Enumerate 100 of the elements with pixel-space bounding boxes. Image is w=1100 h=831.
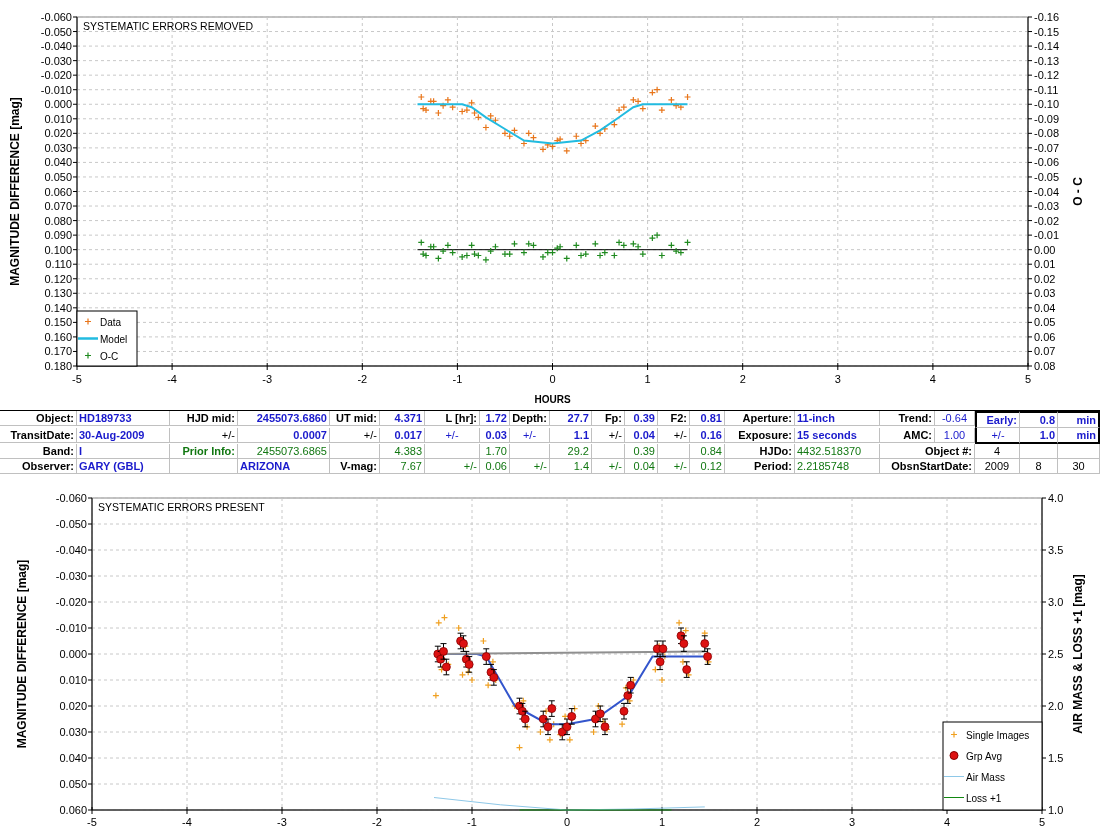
- field-value: 8: [1020, 459, 1058, 474]
- axis-tick-label: 0.110: [45, 258, 72, 271]
- field-value: 0.39: [625, 444, 658, 459]
- axis-tick-label: -0.13: [1034, 54, 1060, 67]
- field-label: UT mid:: [330, 411, 380, 426]
- axis-tick-label: 0.060: [59, 804, 87, 816]
- axis-tick-label: 0.180: [44, 360, 72, 372]
- field-value: 0.04: [625, 428, 658, 443]
- axis-tick-label: -3: [262, 373, 273, 385]
- axis-tick-label: 0.090: [44, 229, 72, 242]
- axis-tick-label: -0.04: [1034, 185, 1060, 198]
- axis-tick-label: 0.000: [59, 648, 87, 660]
- legend-label: Loss +1: [966, 792, 1002, 804]
- axis-title: MAGNITUDE DIFFERENCE [mag]: [15, 559, 29, 749]
- chart-title: SYSTEMATIC ERRORS PRESENT: [98, 501, 265, 513]
- field-value: +/-: [425, 428, 480, 443]
- axis-tick-label: -0.020: [55, 596, 87, 608]
- axis-tick-label: -0.12: [1034, 69, 1060, 82]
- field-value: 0.12: [690, 459, 725, 474]
- legend-label: Model: [100, 333, 128, 345]
- axis-tick-label: -0.060: [55, 492, 87, 504]
- axis-tick-label: 0.130: [44, 287, 72, 300]
- field-value: -0.64: [935, 411, 975, 426]
- legend-label: Data: [100, 316, 122, 328]
- axis-tick-label: 5: [1024, 373, 1032, 385]
- field-value: 0.16: [690, 428, 725, 443]
- axis-tick-label: -1: [452, 373, 463, 385]
- field-value: I: [77, 444, 170, 459]
- field-value: 29.2: [550, 444, 592, 459]
- axis-tick-label: 0.020: [59, 700, 87, 712]
- field-value: 1.4: [550, 459, 592, 474]
- axis-tick-label: 3.5: [1048, 544, 1064, 556]
- axis-tick-label: 0.03: [1034, 287, 1056, 300]
- field-label: +/-: [330, 428, 380, 443]
- axis-tick-label: 3: [834, 373, 841, 385]
- field-label: F2:: [658, 411, 690, 426]
- axis-tick-label: 2.5: [1048, 648, 1064, 660]
- legend-label: Grp Avg: [966, 750, 1002, 762]
- axis-tick-label: 0.030: [59, 726, 87, 738]
- field-value: 0.39: [625, 411, 658, 426]
- axis-tick-label: 4.0: [1048, 492, 1064, 504]
- axis-tick-label: 1: [658, 816, 666, 828]
- axis-tick-label: 0.07: [1034, 345, 1056, 358]
- axis-tick-label: 0.030: [44, 141, 72, 154]
- field-label: L [hr]:: [425, 411, 480, 426]
- axis-tick-label: 2: [739, 373, 746, 385]
- field-value: 0.04: [625, 459, 658, 474]
- field-value: ARIZONA: [238, 459, 330, 474]
- axis-tick-label: -4: [167, 373, 177, 385]
- axis-tick-label: -0.040: [55, 544, 87, 556]
- field-value: +/-: [510, 428, 550, 443]
- field-value: 4.383: [380, 444, 425, 459]
- axis-tick-label: 0: [563, 816, 571, 828]
- axis-title: MAGNITUDE DIFFERENCE [mag]: [8, 97, 22, 286]
- field-value: 4.371: [380, 411, 425, 426]
- field-value: +/-: [592, 459, 625, 474]
- field-value: 1.1: [550, 428, 592, 443]
- field-value: 1.70: [480, 444, 510, 459]
- axis-tick-label: -0.10: [1034, 98, 1060, 111]
- field-value: +/-: [658, 459, 690, 474]
- axis-tick-label: 0.150: [44, 316, 72, 329]
- axis-tick-label: 0.160: [44, 330, 72, 343]
- axis-tick-label: 4: [929, 373, 936, 385]
- field-value: 4432.518370: [795, 444, 880, 459]
- axis-title: O - C: [1071, 177, 1085, 206]
- axis-tick-label: -0.06: [1034, 156, 1060, 169]
- axis-tick-label: 0.010: [44, 112, 72, 125]
- field-label: +/-: [592, 428, 625, 443]
- axis-tick-label: -0.010: [55, 622, 87, 634]
- axis-tick-label: 5: [1038, 816, 1046, 828]
- axis-tick-label: -0.14: [1034, 40, 1060, 53]
- axis-tick-label: -3: [277, 816, 287, 828]
- axis-tick-label: 0.070: [44, 200, 72, 213]
- legend-label: Air Mass: [966, 771, 1005, 783]
- field-label: Object #:: [880, 444, 975, 459]
- chart-title: SYSTEMATIC ERRORS REMOVED: [83, 20, 254, 32]
- field-label: +/-: [170, 428, 238, 443]
- field-value: 0.81: [690, 411, 725, 426]
- axis-tick-label: 1.5: [1048, 752, 1064, 764]
- field-value: 30-Aug-2009: [77, 428, 170, 443]
- axis-tick-label: 1: [644, 373, 651, 385]
- field-value: 2.2185748: [795, 459, 880, 474]
- axis-tick-label: -0.040: [40, 40, 72, 53]
- axis-tick-label: 2.0: [1048, 700, 1064, 712]
- axis-tick-label: -2: [357, 373, 368, 385]
- axis-tick-label: -0.05: [1034, 170, 1060, 183]
- axis-tick-label: -0.02: [1034, 214, 1060, 227]
- axis-tick-label: -0.11: [1034, 83, 1059, 96]
- axis-tick-label: -5: [87, 816, 97, 828]
- axis-tick-label: 1.0: [1048, 804, 1064, 816]
- field-label: HJD mid:: [170, 411, 238, 426]
- field-value: 0.84: [690, 444, 725, 459]
- axis-tick-label: 0: [549, 373, 556, 385]
- axis-tick-label: 0.040: [59, 752, 87, 764]
- axis-tick-label: 3.0: [1048, 596, 1064, 608]
- field-label: V-mag:: [330, 459, 380, 474]
- axis-tick-label: -0.07: [1034, 141, 1060, 154]
- axis-tick-label: -0.15: [1034, 25, 1060, 38]
- legend-label: Single Images: [966, 729, 1030, 741]
- field-value: min: [1058, 428, 1100, 444]
